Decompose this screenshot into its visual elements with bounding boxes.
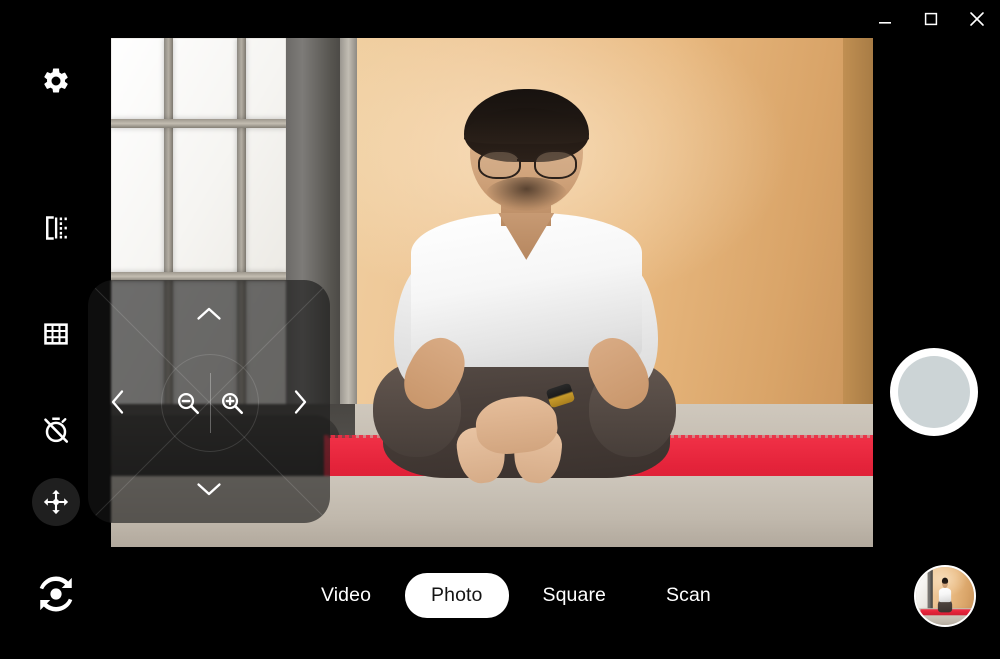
grid-icon	[44, 323, 68, 345]
zoom-out-icon	[177, 392, 200, 414]
maximize-icon	[924, 12, 938, 26]
pan-zoom-button[interactable]	[32, 478, 80, 526]
tab-photo[interactable]: Photo	[405, 573, 509, 618]
gear-icon	[44, 68, 68, 93]
switch-camera-icon	[39, 576, 73, 612]
pan-right-button[interactable]	[280, 376, 320, 428]
zoom-control-group	[161, 353, 259, 452]
pan-up-button[interactable]	[183, 294, 235, 334]
camera-app-window: Video Photo Square Scan	[0, 0, 1000, 659]
zoom-divider	[210, 372, 211, 433]
bottom-bar: Video Photo Square Scan	[0, 547, 1000, 659]
chevron-down-icon	[197, 483, 221, 496]
window-controls	[862, 0, 1000, 38]
minimize-button[interactable]	[862, 0, 908, 38]
shutter-icon	[898, 356, 970, 428]
timer-button[interactable]	[32, 406, 80, 454]
zoom-out-button[interactable]	[166, 372, 210, 434]
mode-tabs: Video Photo Square Scan	[295, 573, 737, 618]
close-button[interactable]	[954, 0, 1000, 38]
shutter-button[interactable]	[890, 348, 978, 436]
gallery-thumbnail-image	[916, 567, 974, 625]
viewfinder-subject	[370, 88, 682, 517]
mirror-icon	[46, 216, 67, 240]
switch-camera-button[interactable]	[31, 569, 81, 619]
pan-left-button[interactable]	[98, 376, 138, 428]
chevron-up-icon	[197, 307, 221, 320]
tab-video[interactable]: Video	[295, 573, 397, 618]
pan-zoom-icon	[43, 489, 69, 515]
maximize-button[interactable]	[908, 0, 954, 38]
close-icon	[970, 12, 984, 26]
mirror-button[interactable]	[32, 204, 80, 252]
minimize-icon	[879, 22, 891, 24]
tab-square[interactable]: Square	[517, 573, 632, 618]
chevron-right-icon	[294, 389, 307, 414]
grid-button[interactable]	[32, 310, 80, 358]
pan-down-button[interactable]	[183, 469, 235, 509]
zoom-in-icon	[221, 392, 244, 414]
pan-zoom-panel	[88, 280, 330, 523]
settings-button[interactable]	[32, 57, 80, 105]
tab-scan[interactable]: Scan	[640, 573, 737, 618]
timer-off-icon	[44, 417, 69, 443]
zoom-in-button[interactable]	[210, 372, 254, 434]
gallery-thumbnail-button[interactable]	[914, 565, 976, 627]
chevron-left-icon	[111, 389, 124, 414]
